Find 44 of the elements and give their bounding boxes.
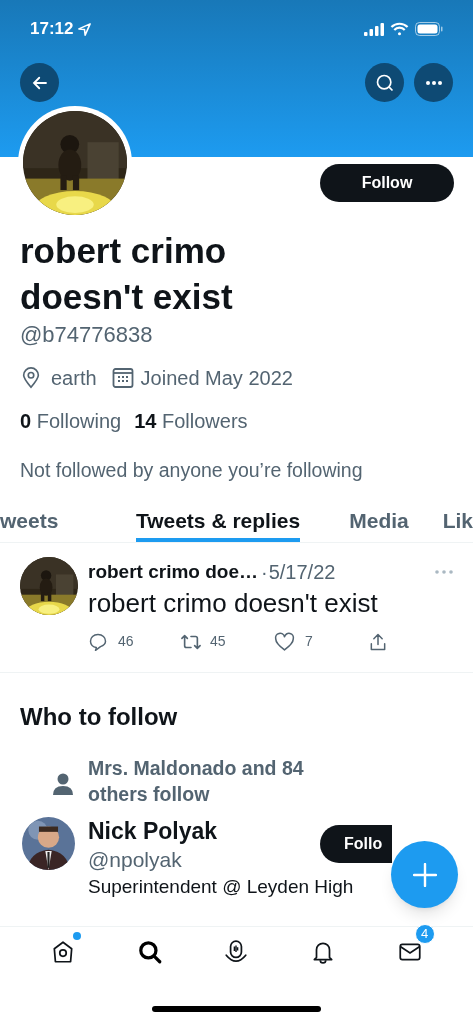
retweet-count: 45 <box>210 632 226 652</box>
suggestion-avatar[interactable] <box>22 817 75 871</box>
more-icon <box>425 80 442 85</box>
wifi-icon <box>390 22 409 36</box>
reply-count: 46 <box>118 632 134 652</box>
suggestion-handle: @npolyak <box>88 847 182 874</box>
like-count: 7 <box>305 632 313 652</box>
follow-button[interactable]: Follow <box>320 164 454 202</box>
profile-location: earth <box>51 366 97 391</box>
signal-icon <box>364 22 384 36</box>
tweet-author: robert crimo doe… <box>88 560 258 584</box>
separator-dot: · <box>261 560 268 586</box>
heart-icon[interactable] <box>274 631 295 652</box>
profile-tab[interactable]: weets <box>0 503 59 543</box>
profile-tab[interactable]: Lik <box>442 503 473 543</box>
followers-link[interactable]: 14 Followers <box>134 406 248 436</box>
battery-icon <box>415 22 443 36</box>
follow-button[interactable]: Follo <box>320 825 392 864</box>
profile-handle: @b74776838 <box>20 321 154 349</box>
tweet-text: robert crimo doesn't exist <box>88 587 379 620</box>
following-link[interactable]: 0 Following <box>20 406 122 436</box>
location-pin-icon <box>20 366 42 390</box>
microphone-icon[interactable] <box>223 939 250 965</box>
share-icon[interactable] <box>368 631 388 652</box>
person-icon <box>53 772 73 797</box>
calendar-icon <box>110 366 135 390</box>
profile-tab[interactable]: Tweets & replies <box>135 503 301 543</box>
tweet-avatar[interactable] <box>20 557 78 616</box>
search-icon <box>374 72 395 93</box>
suggestion-name: Nick Polyak <box>88 817 218 846</box>
profile-name: robert crimo doesn't exist <box>20 230 234 318</box>
status-time: 17:12 <box>30 18 74 41</box>
suggestion-bio: Superintendent @ Leyden High <box>88 875 354 900</box>
reply-icon[interactable] <box>88 631 108 652</box>
social-context: Mrs. Maldonado and 84 others follow <box>88 756 305 808</box>
search-icon[interactable] <box>136 939 163 965</box>
followed-by-text: Not followed by anyone you’re following <box>20 458 364 483</box>
joined-date: Joined May 2022 <box>140 366 293 391</box>
profile-tab[interactable]: Media <box>349 503 409 543</box>
plus-icon <box>412 862 437 887</box>
tweet-date: 5/17/22 <box>268 560 336 586</box>
location-arrow-icon <box>77 21 93 37</box>
compose-button[interactable] <box>391 841 458 908</box>
section-title: Who to follow <box>19 702 179 733</box>
